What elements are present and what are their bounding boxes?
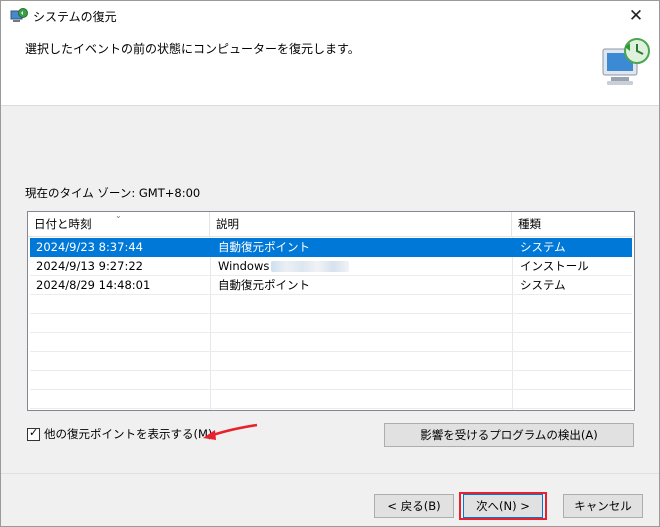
- annotation-highlight-box: [459, 492, 547, 520]
- column-label: 日付と時刻: [34, 217, 92, 231]
- detect-affected-programs-button[interactable]: 影響を受けるプログラムの検出(A): [384, 423, 634, 447]
- cell-datetime: 2024/8/29 14:48:01: [36, 278, 151, 292]
- show-more-checkbox[interactable]: ✓: [27, 425, 40, 441]
- system-restore-icon: [10, 8, 28, 22]
- column-header-description[interactable]: 説明: [210, 212, 512, 236]
- window-title: システムの復元: [33, 10, 117, 24]
- description-text: Windows: [218, 259, 270, 273]
- computer-restore-icon: [602, 38, 650, 85]
- table-row[interactable]: 2024/9/13 9:27:22 Windows インストール: [30, 257, 632, 276]
- restore-point-list[interactable]: 日付と時刻 ⌄ 説明 種類 2024/9/23 8:37:44 自動復元ポイント…: [27, 211, 635, 411]
- cell-description: 自動復元ポイント: [218, 240, 310, 254]
- cell-type: インストール: [520, 259, 589, 273]
- sort-indicator-icon: ⌄: [115, 211, 122, 220]
- empty-row: [30, 371, 632, 390]
- close-button[interactable]: ✕: [613, 1, 659, 31]
- header-panel: 選択したイベントの前の状態にコンピューターを復元します。: [1, 31, 659, 106]
- column-label: 種類: [518, 217, 541, 231]
- empty-row: [30, 352, 632, 371]
- column-header-datetime[interactable]: 日付と時刻 ⌄: [28, 212, 210, 236]
- table-row[interactable]: 2024/9/23 8:37:44 自動復元ポイント システム: [30, 238, 632, 257]
- timezone-label: 現在のタイム ゾーン: GMT+8:00: [25, 186, 201, 200]
- instruction-text: 選択したイベントの前の状態にコンピューターを復元します。: [25, 42, 360, 56]
- cell-description: Windows: [214, 257, 350, 276]
- cell-type: システム: [520, 278, 566, 292]
- close-icon: ✕: [628, 6, 644, 26]
- table-row[interactable]: 2024/8/29 14:48:01 自動復元ポイント システム: [30, 276, 632, 295]
- footer-divider: [1, 473, 659, 474]
- back-button[interactable]: < 戻る(B): [374, 494, 454, 518]
- checkmark-icon: ✓: [29, 425, 39, 439]
- column-label: 説明: [216, 217, 239, 231]
- show-more-label: 他の復元ポイントを表示する(M): [44, 427, 213, 441]
- annotation-arrow-icon: [203, 423, 258, 440]
- empty-row: [30, 333, 632, 352]
- redacted-text: [271, 261, 350, 272]
- cell-description: 自動復元ポイント: [218, 278, 310, 292]
- empty-row: [30, 295, 632, 314]
- empty-row: [30, 390, 632, 409]
- cell-datetime: 2024/9/13 9:27:22: [36, 259, 143, 273]
- list-header: 日付と時刻 ⌄ 説明 種類: [28, 212, 634, 237]
- empty-row: [30, 314, 632, 333]
- cell-type: システム: [520, 240, 566, 254]
- cell-datetime: 2024/9/23 8:37:44: [36, 240, 143, 254]
- system-restore-window: システムの復元 ✕ 選択したイベントの前の状態にコンピューターを復元します。 現…: [0, 0, 660, 527]
- show-more-restore-points[interactable]: ✓ 他の復元ポイントを表示する(M): [27, 426, 212, 442]
- title-bar: システムの復元 ✕: [1, 1, 659, 31]
- cancel-button[interactable]: キャンセル: [563, 494, 643, 518]
- column-header-type[interactable]: 種類: [512, 212, 634, 236]
